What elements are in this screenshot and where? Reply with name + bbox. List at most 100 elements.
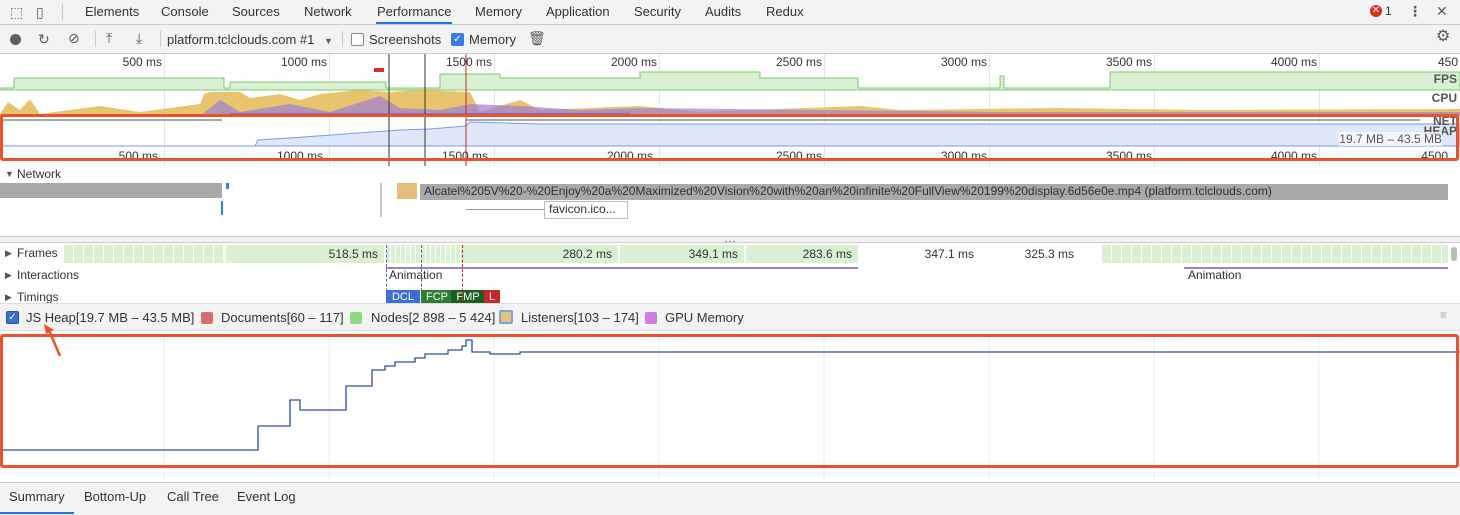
- frame-duration: 518.5 ms: [328, 247, 378, 261]
- load-marker-line: [462, 245, 463, 301]
- device-toolbar-icon[interactable]: ▯: [36, 5, 44, 19]
- listeners-swatch[interactable]: [499, 310, 513, 324]
- frame-duration: 280.2 ms: [562, 247, 612, 261]
- timing-badge-fcp[interactable]: FCP: [421, 290, 453, 303]
- timings-track-label: Timings: [17, 290, 59, 303]
- tab-audits[interactable]: Audits: [704, 0, 742, 24]
- interactions-track-label: Interactions: [17, 268, 80, 282]
- frame-block[interactable]: 518.5 ms: [226, 245, 384, 263]
- vertical-scrollbar[interactable]: [1451, 247, 1457, 261]
- network-request-video-label: Alcatel%205V%20-%20Enjoy%20a%20Maximized…: [424, 184, 1272, 198]
- expand-triangle-icon[interactable]: ▶: [5, 248, 12, 259]
- gpu-memory-label[interactable]: GPU Memory: [665, 310, 744, 325]
- tab-bottom-up[interactable]: Bottom-Up: [84, 489, 146, 504]
- panel-splitter[interactable]: …: [0, 231, 1460, 245]
- frame-block[interactable]: 349.1 ms: [620, 245, 744, 263]
- tab-application[interactable]: Application: [545, 0, 611, 24]
- expand-triangle-icon[interactable]: ▼: [5, 169, 14, 179]
- js-heap-checkbox[interactable]: ✓: [6, 311, 19, 324]
- animation-bar[interactable]: [386, 267, 858, 269]
- settings-gear-icon[interactable]: ⚙: [1436, 29, 1450, 45]
- tab-network[interactable]: Network: [303, 0, 353, 24]
- chevron-down-icon[interactable]: ▼: [324, 34, 333, 48]
- trash-icon[interactable]: 🗑: [528, 31, 546, 45]
- expand-triangle-icon[interactable]: ▶: [5, 292, 12, 303]
- clear-icon[interactable]: ⊘: [68, 31, 80, 45]
- splitter-grip-icon: …: [724, 231, 736, 245]
- annotation-arrow-icon: [44, 324, 62, 357]
- timing-badge-load[interactable]: L: [484, 290, 500, 303]
- animation-label: Animation: [1188, 268, 1242, 282]
- tab-memory[interactable]: Memory: [474, 0, 523, 24]
- more-menu-icon[interactable]: ⋮: [1408, 4, 1422, 18]
- network-request-video[interactable]: Alcatel%205V%20-%20Enjoy%20a%20Maximized…: [420, 184, 1448, 200]
- tab-summary[interactable]: Summary: [9, 489, 65, 504]
- tab-elements[interactable]: Elements: [84, 0, 140, 24]
- network-request-favicon[interactable]: favicon.ico...: [544, 201, 628, 219]
- error-count[interactable]: 1: [1385, 4, 1392, 18]
- track-label-cpu: CPU: [1431, 91, 1457, 105]
- nodes-label[interactable]: Nodes[2 898 – 5 424]: [371, 310, 495, 325]
- frame-block[interactable]: [386, 245, 464, 263]
- nodes-swatch[interactable]: [350, 312, 362, 324]
- listeners-label[interactable]: Listeners[103 – 174]: [521, 310, 639, 325]
- interactions-track[interactable]: ▶ Interactions Animation Animation: [0, 267, 1460, 289]
- record-icon[interactable]: [10, 34, 21, 45]
- screenshots-checkbox[interactable]: [351, 33, 364, 46]
- timings-track[interactable]: ▶ Timings DCL FCP FMP L: [0, 289, 1460, 303]
- annotation-highlight-box: [0, 114, 1459, 161]
- tab-sources[interactable]: Sources: [231, 0, 281, 24]
- screenshots-label: Screenshots: [369, 32, 442, 47]
- tab-redux[interactable]: Redux: [765, 0, 805, 24]
- screenshot-marker: [374, 68, 384, 72]
- frame-block[interactable]: 283.6 ms: [746, 245, 858, 263]
- toolbar-separator: [95, 31, 96, 47]
- tab-event-log[interactable]: Event Log: [237, 489, 296, 504]
- documents-swatch[interactable]: [201, 312, 213, 324]
- details-tabbar: Summary Bottom-Up Call Tree Event Log: [0, 482, 1460, 515]
- frame-block[interactable]: 280.2 ms: [464, 245, 618, 263]
- memory-label: Memory: [469, 32, 516, 47]
- documents-label[interactable]: Documents[60 – 117]: [221, 310, 344, 325]
- toolbar-separator: [342, 31, 343, 47]
- reload-icon[interactable]: ↻: [38, 32, 50, 46]
- close-icon[interactable]: ✕: [1436, 4, 1448, 18]
- network-request-bar[interactable]: [397, 183, 417, 199]
- error-icon[interactable]: ✕: [1370, 5, 1382, 17]
- drag-handle-icon[interactable]: ≡: [1440, 308, 1447, 322]
- toolbar-separator: [160, 31, 161, 47]
- network-request-whisker: [466, 209, 544, 210]
- inspect-element-icon[interactable]: ⬚: [10, 5, 23, 19]
- frame-block[interactable]: [1102, 245, 1448, 263]
- frame-block[interactable]: 347.1 ms: [860, 245, 980, 263]
- track-label-fps: FPS: [1433, 72, 1457, 86]
- tab-console[interactable]: Console: [160, 0, 210, 24]
- fps-graph: [0, 71, 1460, 91]
- frame-block[interactable]: [64, 245, 224, 263]
- timing-badge-fmp[interactable]: FMP: [451, 290, 485, 303]
- tab-security[interactable]: Security: [633, 0, 682, 24]
- timing-badge-dcl[interactable]: DCL: [386, 290, 420, 303]
- memory-counters-legend: ✓ JS Heap[19.7 MB – 43.5 MB] Documents[6…: [0, 303, 1460, 331]
- memory-checkbox[interactable]: ✓: [451, 33, 464, 46]
- profile-select[interactable]: platform.tclclouds.com #1: [167, 32, 314, 47]
- tabbar-separator: [62, 4, 63, 20]
- network-track[interactable]: ▼ Network Alcatel%205V%20-%20Enjoy%20a%2…: [0, 166, 1460, 234]
- save-profile-icon[interactable]: ⤓: [136, 31, 142, 45]
- frame-block[interactable]: 325.3 ms: [982, 245, 1080, 263]
- gpu-memory-swatch[interactable]: [645, 312, 657, 324]
- tab-performance[interactable]: Performance: [376, 0, 453, 24]
- performance-toolbar: ↻ ⊘ ⤒ ⤓ platform.tclclouds.com #1 ▼ Scre…: [0, 25, 1460, 54]
- frames-track[interactable]: ▶ Frames 518.5 ms 280.2 ms 349.1 ms 283.…: [0, 245, 1460, 267]
- load-profile-icon[interactable]: ⤒: [106, 31, 112, 45]
- network-request-bar[interactable]: [0, 183, 222, 198]
- fcp-marker-line: [421, 245, 422, 301]
- expand-triangle-icon[interactable]: ▶: [5, 270, 12, 281]
- network-request-whisker: [380, 183, 382, 217]
- frame-duration: 325.3 ms: [1024, 247, 1074, 261]
- frame-duration: 347.1 ms: [924, 247, 974, 261]
- tab-call-tree[interactable]: Call Tree: [167, 489, 219, 504]
- network-track-label: Network: [17, 167, 62, 181]
- frames-track-label: Frames: [17, 246, 58, 260]
- dcl-marker-line: [386, 245, 387, 301]
